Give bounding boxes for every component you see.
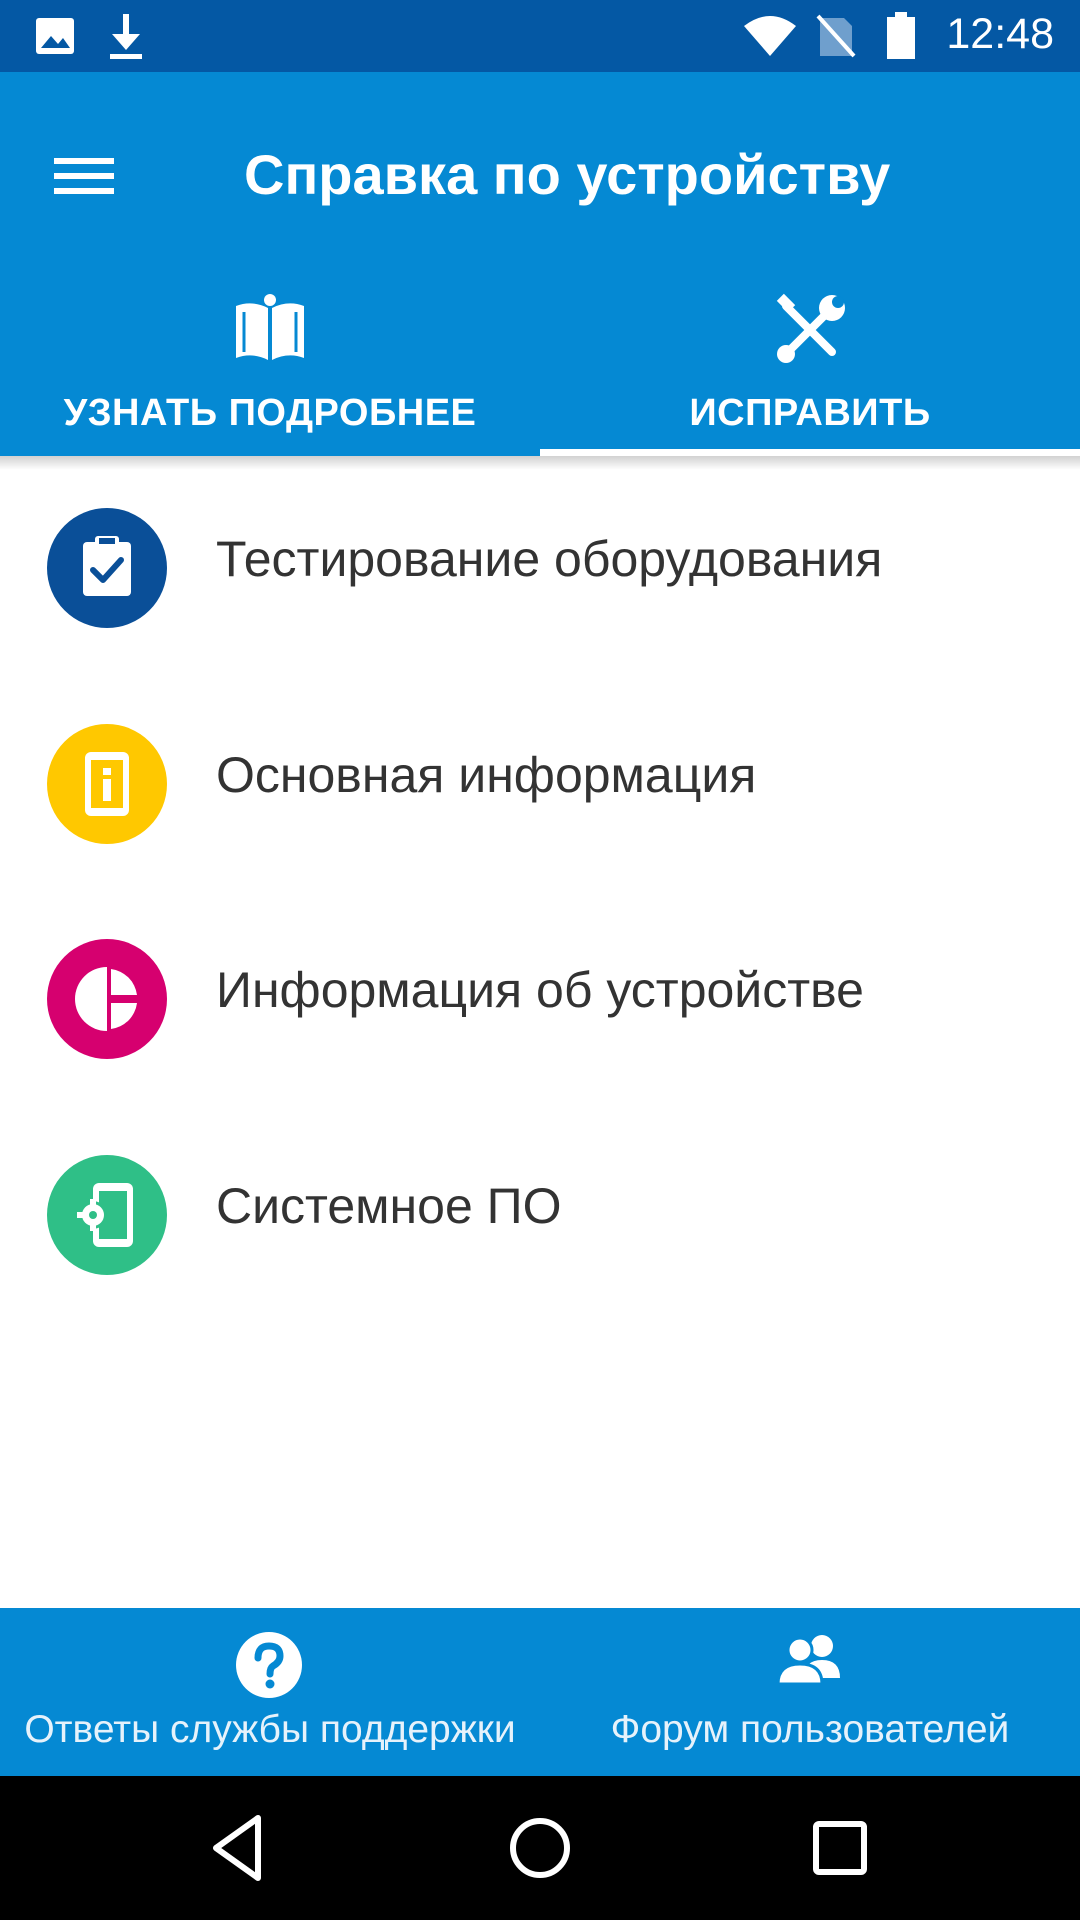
tab-fix[interactable]: ИСПРАВИТЬ bbox=[540, 284, 1080, 456]
list-item-label: Системное ПО bbox=[216, 1178, 562, 1234]
bottom-bar: Ответы службы поддержки Форум пользовате… bbox=[0, 1608, 1080, 1776]
list-item-device-info[interactable]: Информация об устройстве bbox=[0, 889, 1080, 1104]
support-answers-label: Ответы службы поддержки bbox=[24, 1708, 516, 1751]
clipboard-check-icon bbox=[83, 536, 131, 596]
tab-learn-more[interactable]: УЗНАТЬ ПОДРОБНЕЕ bbox=[0, 284, 540, 456]
help-circle-icon bbox=[236, 1632, 302, 1698]
hamburger-menu-icon bbox=[54, 158, 114, 194]
list-item-label: Основная информация bbox=[216, 747, 757, 803]
user-forum-label: Форум пользователей bbox=[610, 1708, 1010, 1751]
list-icon-badge bbox=[47, 939, 167, 1059]
page-title: Справка по устройству bbox=[244, 143, 891, 206]
list-icon-badge bbox=[47, 508, 167, 628]
phone-info-icon bbox=[85, 752, 129, 816]
tab-indicator bbox=[540, 449, 1080, 456]
pie-chart-icon bbox=[75, 963, 143, 1035]
home-icon[interactable] bbox=[500, 1808, 580, 1888]
list-item-system-software[interactable]: Системное ПО bbox=[0, 1105, 1080, 1320]
phone-settings-icon bbox=[77, 1183, 133, 1247]
user-forum-button[interactable]: Форум пользователей bbox=[540, 1608, 1080, 1776]
no-sim-icon bbox=[816, 14, 856, 58]
support-answers-button[interactable]: Ответы службы поддержки bbox=[0, 1608, 540, 1776]
tab-label: УЗНАТЬ ПОДРОБНЕЕ bbox=[63, 392, 477, 434]
recents-icon[interactable] bbox=[800, 1808, 880, 1888]
battery-icon bbox=[887, 12, 915, 59]
image-icon bbox=[36, 18, 74, 54]
clock: 12:48 bbox=[946, 10, 1054, 58]
download-icon bbox=[110, 14, 142, 59]
tab-label: ИСПРАВИТЬ bbox=[689, 392, 931, 434]
list-item-label: Тестирование оборудования bbox=[216, 531, 883, 587]
users-icon bbox=[776, 1635, 840, 1686]
back-icon[interactable] bbox=[200, 1808, 280, 1888]
list-item-basic-info[interactable]: Основная информация bbox=[0, 674, 1080, 889]
tools-icon bbox=[776, 293, 845, 363]
list-item-hardware-test[interactable]: Тестирование оборудования bbox=[0, 458, 1080, 673]
list-item-label: Информация об устройстве bbox=[216, 962, 864, 1018]
app-bar: Справка по устройству УЗНАТЬ ПОДРОБНЕЕ И… bbox=[0, 72, 1080, 456]
status-bar: 12:48 bbox=[0, 0, 1080, 72]
wifi-icon bbox=[744, 16, 796, 56]
system-nav-bar bbox=[0, 1776, 1080, 1920]
list-icon-badge bbox=[47, 724, 167, 844]
list-icon-badge bbox=[47, 1155, 167, 1275]
menu-button[interactable] bbox=[40, 132, 128, 220]
open-book-icon bbox=[236, 294, 304, 360]
